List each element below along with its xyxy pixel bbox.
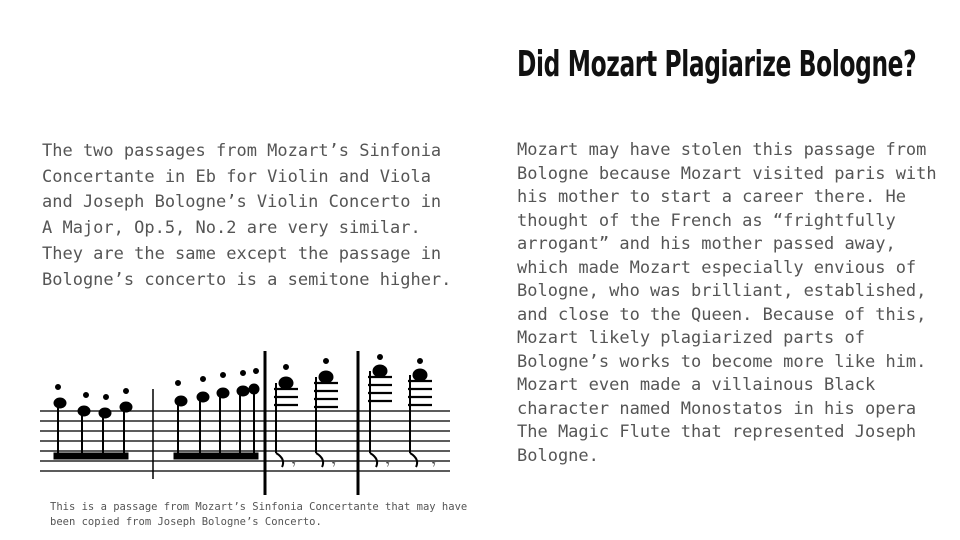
svg-text:𝄾: 𝄾 xyxy=(292,457,296,473)
svg-text:𝄾: 𝄾 xyxy=(332,457,336,473)
image-caption: This is a passage from Mozart’s Sinfonia… xyxy=(50,501,468,528)
sheet-music-image: 𝄾 𝄾 𝄾 𝄾 xyxy=(40,351,450,495)
svg-text:𝄾: 𝄾 xyxy=(432,457,436,473)
left-paragraph: The two passages from Mozart’s Sinfonia … xyxy=(42,141,452,290)
slide-title: Did Mozart Plagiarize Bologne? xyxy=(517,44,917,85)
right-paragraph: Mozart may have stolen this passage from… xyxy=(517,140,937,466)
svg-text:𝄾: 𝄾 xyxy=(386,457,390,473)
